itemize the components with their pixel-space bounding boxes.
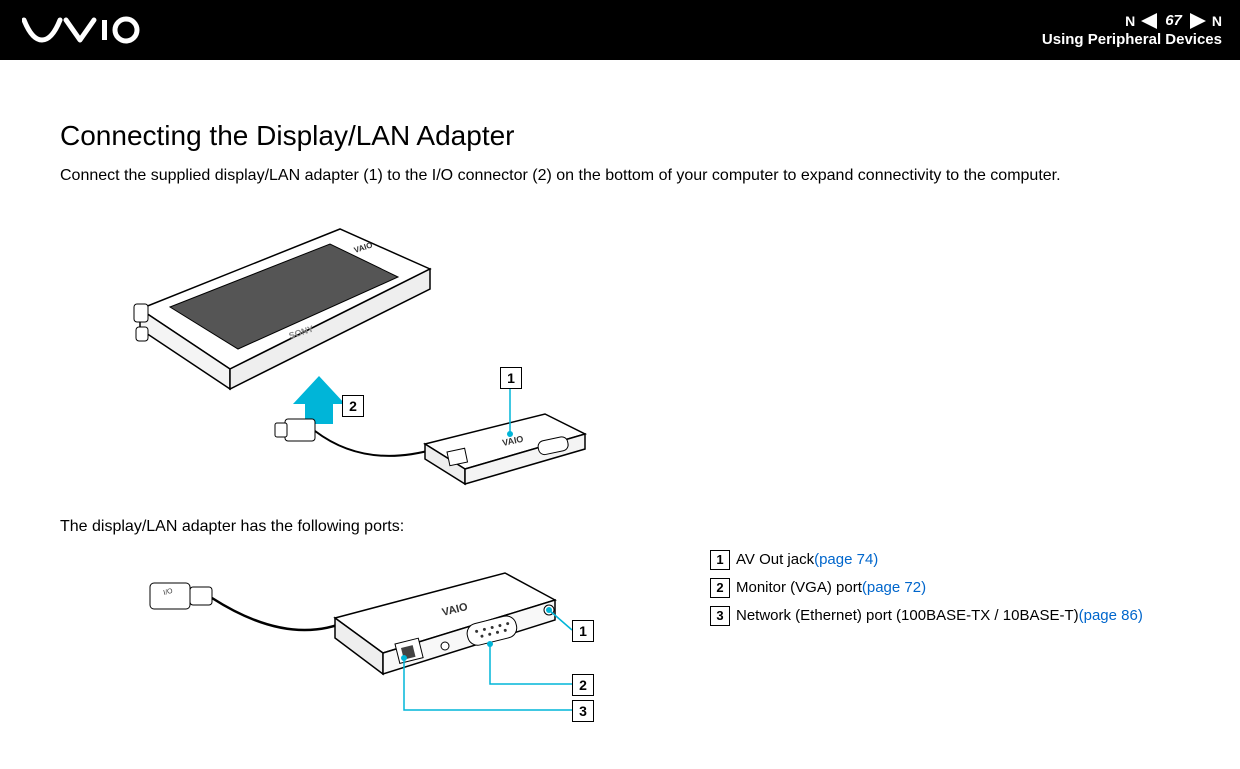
port-link-1[interactable]: (page 74) [814,551,878,568]
port-item-3: 3 Network (Ethernet) port (100BASE-TX / … [710,606,1143,626]
page-number: 67 [1165,12,1182,29]
callout-port-2: 2 [572,674,594,696]
callout-port-1: 1 [572,620,594,642]
port-num-2: 2 [710,578,730,598]
port-label-3: Network (Ethernet) port (100BASE-TX / 10… [736,607,1079,624]
callout-1: 1 [500,367,522,389]
nav-n-left: N [1125,13,1135,29]
figure-device-and-adapter: SONY VAIO VAIO [100,199,620,499]
port-link-2[interactable]: (page 72) [862,579,926,596]
page-title: Connecting the Display/LAN Adapter [60,120,1180,152]
callout-port-3: 3 [572,700,594,722]
port-label-1: AV Out jack [736,551,814,568]
port-link-3[interactable]: (page 86) [1079,607,1143,624]
header-bar: N 67 N Using Peripheral Devices [0,0,1240,60]
figure1-svg: SONY VAIO VAIO [100,199,620,499]
intro-paragraph: Connect the supplied display/LAN adapter… [60,166,1180,187]
prev-page-icon[interactable] [1141,13,1157,29]
ports-area: I/O VAIO [100,550,1180,738]
port-label-2: Monitor (VGA) port [736,579,862,596]
figure-adapter-ports: I/O VAIO [140,558,660,738]
callout-2: 2 [342,395,364,417]
vaio-logo [22,16,142,44]
figure2-svg: I/O VAIO [140,558,620,758]
page-nav: N 67 N [1125,12,1222,29]
nav-n-right: N [1212,13,1222,29]
page-content: Connecting the Display/LAN Adapter Conne… [0,60,1240,738]
next-page-icon[interactable] [1190,13,1206,29]
section-title: Using Peripheral Devices [1042,31,1222,48]
port-num-1: 1 [710,550,730,570]
vaio-logo-svg [22,16,142,44]
ports-intro: The display/LAN adapter has the followin… [60,517,1180,538]
header-nav: N 67 N Using Peripheral Devices [1042,12,1222,48]
port-num-3: 3 [710,606,730,626]
port-item-1: 1 AV Out jack (page 74) [710,550,1143,570]
ports-list: 1 AV Out jack (page 74) 2 Monitor (VGA) … [710,550,1143,738]
port-item-2: 2 Monitor (VGA) port (page 72) [710,578,1143,598]
